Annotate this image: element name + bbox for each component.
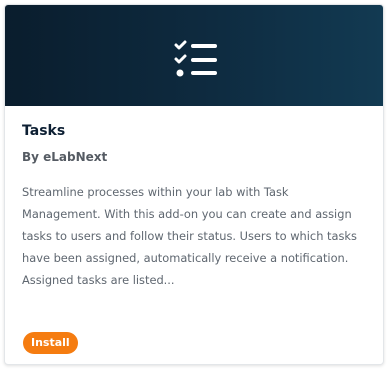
task-list-icon [174, 40, 217, 77]
install-button[interactable]: Install [23, 332, 78, 354]
addon-description: Streamline processes within your lab wit… [22, 185, 357, 287]
addon-author: By eLabNext [22, 150, 108, 164]
addon-banner [5, 5, 383, 106]
addon-title: Tasks [22, 123, 66, 139]
addon-card[interactable]: Tasks By eLabNext Streamline processes w… [4, 4, 384, 365]
